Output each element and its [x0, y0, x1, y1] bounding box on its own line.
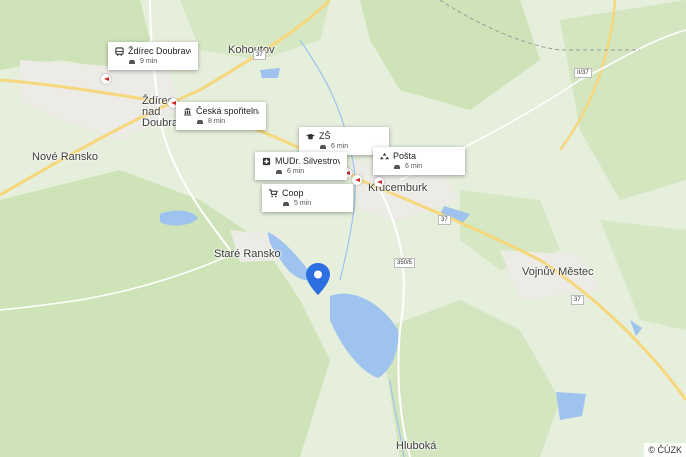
road-shield: II/37 — [574, 68, 592, 78]
road-shield: 350/5 — [394, 258, 416, 268]
poi-card-shop[interactable]: Coop 5 min — [262, 184, 353, 212]
car-icon — [276, 169, 282, 174]
poi-card-post[interactable]: Pošta 6 min — [373, 147, 465, 175]
school-icon — [306, 133, 315, 139]
road-shield: 37 — [253, 50, 266, 60]
medical-icon — [262, 157, 271, 165]
place-label-vojnuv-mestec: Vojnův Městec — [522, 266, 594, 278]
poi-drive-time: 6 min — [405, 163, 423, 170]
map-copyright: © ČÚZK — [644, 443, 686, 457]
direction-arrow-icon — [374, 177, 384, 187]
poi-label: Česká spořitelna — [196, 106, 259, 116]
poi-label: MUDr. Silvestrová... — [275, 156, 340, 166]
poi-label: Coop — [282, 188, 304, 198]
pond — [556, 392, 586, 420]
car-icon — [129, 59, 135, 64]
poi-drive-time: 6 min — [331, 143, 349, 150]
shopping-cart-icon — [269, 188, 278, 197]
road-shield: 37 — [571, 295, 584, 305]
map-view[interactable]: Kohoutov Ždírec nad Doubravou Nové Ransk… — [0, 0, 686, 457]
post-icon — [380, 152, 389, 159]
place-label-stare-ransko: Staré Ransko — [214, 248, 281, 260]
car-icon — [197, 119, 203, 124]
location-pin-icon[interactable] — [306, 263, 330, 295]
poi-drive-time: 5 min — [294, 200, 312, 207]
poi-card-bus-stop[interactable]: Ždírec Doubravou 9 min — [108, 42, 198, 70]
car-icon — [320, 144, 326, 149]
road-shield: 37 — [438, 215, 451, 225]
poi-drive-time: 9 min — [140, 58, 158, 65]
poi-card-doctor[interactable]: MUDr. Silvestrová... 6 min — [255, 152, 347, 180]
poi-drive-time: 8 min — [208, 118, 226, 125]
direction-arrow-icon — [101, 74, 111, 84]
direction-arrow-icon — [352, 175, 362, 185]
place-label-kohoutov: Kohoutov — [228, 44, 275, 56]
poi-label: Pošta — [393, 151, 417, 161]
place-label-hluboka: Hluboká — [396, 440, 437, 452]
bank-icon — [183, 107, 192, 115]
bus-icon — [115, 46, 124, 56]
poi-card-bank[interactable]: Česká spořitelna 8 min — [176, 102, 266, 130]
poi-drive-time: 6 min — [287, 168, 305, 175]
car-icon — [394, 164, 400, 169]
poi-label: ZŠ — [319, 131, 331, 141]
poi-label: Ždírec Doubravou — [128, 46, 191, 56]
car-icon — [283, 201, 289, 206]
place-label-nove-ransko: Nové Ransko — [32, 151, 99, 163]
